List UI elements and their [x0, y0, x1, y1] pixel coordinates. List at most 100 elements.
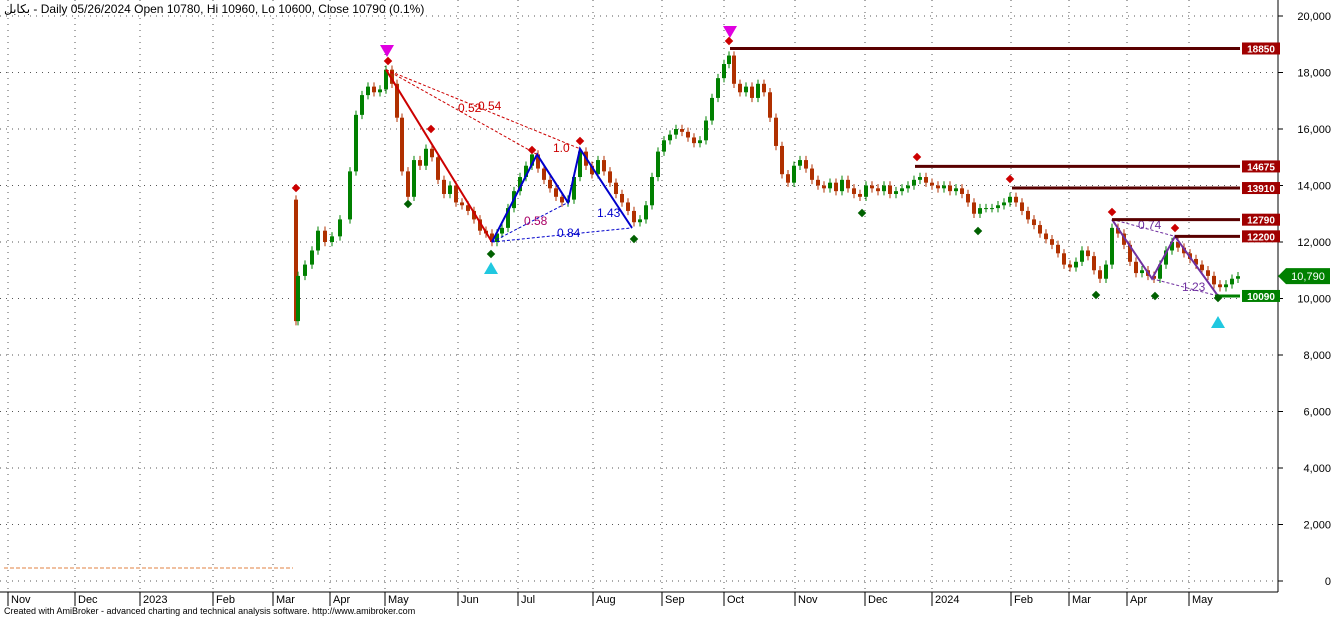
pivot-low-dot: [486, 249, 496, 259]
candle-body: [662, 140, 666, 152]
candle-body: [1056, 244, 1060, 254]
candle-body: [1038, 225, 1042, 234]
y-tick-label: 18,000: [1297, 68, 1331, 80]
candle-body: [698, 140, 702, 144]
candle-body: [548, 179, 552, 189]
x-tick-label: Nov: [798, 594, 818, 606]
candle-body: [888, 185, 892, 194]
candle-body: [936, 185, 940, 189]
candle-body: [1044, 233, 1048, 240]
y-tick-label: 12,000: [1297, 237, 1331, 249]
candle-body: [602, 160, 606, 172]
candle-body: [454, 185, 458, 203]
candle-body: [846, 179, 850, 189]
candle-body: [644, 205, 648, 220]
candle-body: [1224, 284, 1228, 288]
candle-body: [650, 177, 654, 206]
candle-body: [1086, 250, 1090, 257]
pivot-high-dot: [724, 36, 734, 46]
pivot-high-dot: [1170, 223, 1180, 233]
candle-body: [852, 188, 856, 194]
candle-body: [436, 157, 440, 180]
candle-body: [1098, 270, 1102, 279]
candle-body: [626, 202, 630, 211]
x-tick-label: Sep: [665, 594, 685, 606]
y-tick-label: 6,000: [1303, 407, 1331, 419]
candle-body: [1206, 270, 1210, 276]
candle-body: [786, 174, 790, 183]
x-tick-label: Jun: [461, 594, 479, 606]
candle-body: [1080, 250, 1084, 262]
candle-body: [732, 55, 736, 84]
pivot-high-dot: [1005, 174, 1015, 184]
x-tick-label: Mar: [276, 594, 295, 606]
candle-body: [596, 160, 600, 175]
x-tick-label: May: [388, 594, 409, 606]
candle-body: [430, 148, 434, 158]
y-tick-label: 4,000: [1303, 463, 1331, 475]
candle-body: [906, 185, 910, 189]
x-tick-label: Jul: [521, 594, 535, 606]
candle-body: [722, 64, 726, 79]
pivot-high-dot: [383, 56, 393, 66]
pattern-ratio-label: 0.54: [478, 99, 502, 113]
candle-body: [1074, 261, 1078, 268]
pattern-ratio-label: 0.58: [524, 214, 548, 228]
chart-title: بکابل - Daily 05/26/2024 Open 10780, Hi …: [4, 2, 425, 16]
candle-body: [554, 188, 558, 197]
swing-high-marker: [723, 26, 737, 38]
candle-body: [828, 182, 832, 189]
candle-body: [620, 193, 624, 203]
candle-body: [1002, 202, 1006, 206]
level-label: 10090: [1247, 292, 1275, 303]
candle-body: [412, 160, 416, 197]
candle-body: [448, 185, 452, 194]
y-tick-label: 0: [1325, 576, 1331, 588]
pattern-ratio-label: 0.84: [557, 226, 581, 240]
candle-body: [864, 185, 868, 197]
x-tick-label: Mar: [1072, 594, 1091, 606]
candle-body: [316, 230, 320, 251]
candle-body: [1230, 278, 1234, 285]
candle-body: [876, 188, 880, 192]
candle-body: [918, 177, 922, 180]
x-tick-label: 2024: [935, 594, 959, 606]
candle-body: [354, 114, 358, 172]
candle-body: [882, 185, 886, 192]
x-tick-label: Oct: [727, 594, 744, 606]
candle-body: [1236, 276, 1240, 279]
swing-low-marker: [1211, 316, 1225, 328]
pivot-high-dot: [912, 152, 922, 162]
candle-body: [960, 188, 964, 194]
candle-body: [972, 202, 976, 214]
candle-body: [954, 188, 958, 192]
candle-body: [834, 182, 838, 192]
candle-body: [500, 227, 504, 234]
candle-body: [978, 208, 982, 214]
candle-body: [1068, 264, 1072, 268]
candle-body: [792, 165, 796, 183]
candle-body: [668, 134, 672, 141]
chart-area: 0 2,000 4,000 6,000 8,000 10,000 12,000 14,000 1…: [0, 0, 1336, 619]
x-tick-label: May: [1192, 594, 1213, 606]
candle-body: [303, 264, 307, 276]
candle-body: [608, 171, 612, 183]
candle-body: [798, 160, 802, 166]
candle-body: [1032, 219, 1036, 226]
candle-body: [656, 151, 660, 178]
candle-body: [762, 83, 766, 93]
candle-body: [442, 179, 446, 194]
candle-body: [768, 92, 772, 118]
x-tick-label: Nov: [11, 594, 31, 606]
candle-body: [1050, 239, 1054, 245]
candle-body: [870, 185, 874, 189]
y-tick-label: 8,000: [1303, 350, 1331, 362]
candle-body: [460, 202, 464, 206]
pivot-high-dot: [426, 124, 436, 134]
candle-body: [1134, 261, 1138, 274]
candle-body: [816, 179, 820, 186]
candle-body: [1104, 264, 1108, 279]
candle-body: [1062, 253, 1066, 265]
candle-body: [858, 193, 862, 197]
pattern-ratio-label: 1.0: [553, 141, 570, 155]
